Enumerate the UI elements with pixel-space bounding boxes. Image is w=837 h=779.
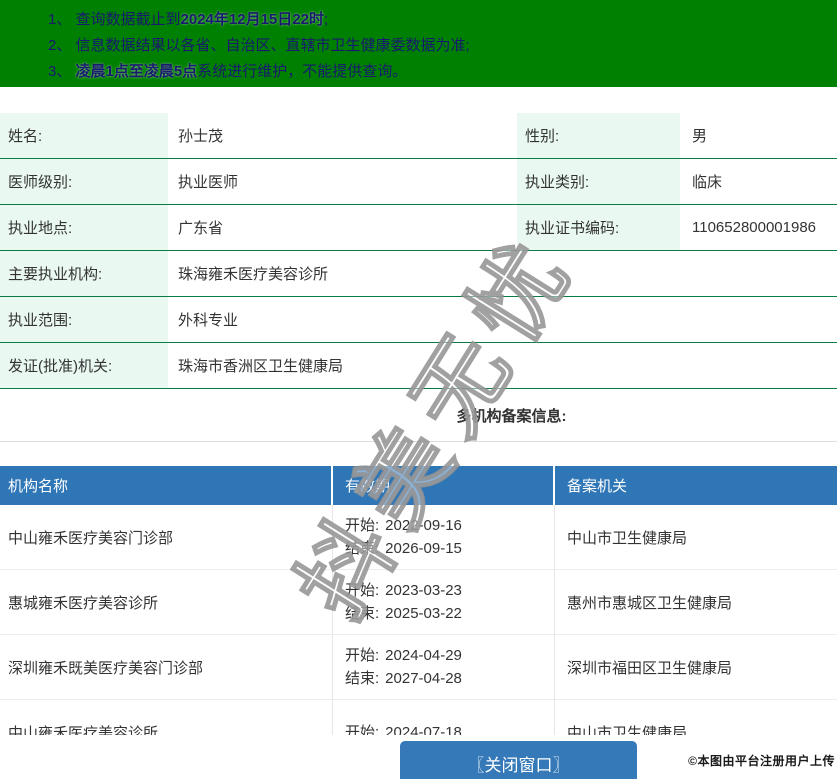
footer-bar: 〖关闭窗口〗 ©本图由平台注册用户上传 <box>0 735 837 779</box>
practice-scope-label: 执业范围: <box>0 297 168 342</box>
profile-row-level-category: 医师级别: 执业医师 执业类别: 临床 <box>0 159 837 205</box>
gender-label: 性别: <box>517 113 680 158</box>
filing-authority-cell: 惠州市惠城区卫生健康局 <box>567 594 733 612</box>
practice-category-label: 执业类别: <box>517 159 680 204</box>
upload-credit-watermark: ©本图由平台注册用户上传 <box>688 754 835 768</box>
start-date: 2022-09-16 <box>385 517 462 534</box>
certificate-number-value: 110652800001986 <box>692 219 817 236</box>
notice-line-3: 3、 凌晨1点至凌晨5点系统进行维护，不能提供查询。 <box>0 59 837 85</box>
notice-banner: 1、 查询数据截止到2024年12月15日22时; 2、 信息数据结果以各省、自… <box>0 0 837 87</box>
column-header-org-name: 机构名称 <box>0 466 333 505</box>
filing-authority-cell: 深圳市福田区卫生健康局 <box>567 659 733 677</box>
validity-start-line: 开始: 2023-03-23 <box>345 579 554 602</box>
validity-end-line: 结束: 2027-04-28 <box>345 667 554 690</box>
notice-number: 2、 <box>48 37 76 54</box>
profile-row-location-certno: 执业地点: 广东省 执业证书编码: 110652800001986 <box>0 205 837 251</box>
profile-row-issuing-authority: 发证(批准)机关: 珠海市香洲区卫生健康局 <box>0 343 837 389</box>
notice-text-suffix: ; <box>323 11 329 28</box>
profile-row-name-gender: 姓名: 孙士茂 性别: 男 <box>0 113 837 159</box>
notice-text: 查询数据截止到 <box>75 11 181 28</box>
end-label: 结束: <box>345 605 380 622</box>
column-header-filing-authority: 备案机关 <box>567 478 628 495</box>
filing-table-row: 中山雍禾医疗美容门诊部 开始: 2022-09-16 结束: 2026-09-1… <box>0 505 837 570</box>
notice-bold-text: 2024年12月15日22时 <box>180 11 324 28</box>
start-date: 2024-04-29 <box>385 647 462 664</box>
issuing-authority-value: 珠海市香洲区卫生健康局 <box>178 358 344 375</box>
org-name-cell: 惠城雍禾医疗美容诊所 <box>0 570 333 634</box>
org-name-cell: 深圳雍禾既美医疗美容门诊部 <box>0 635 333 699</box>
issuing-authority-label: 发证(批准)机关: <box>0 343 168 388</box>
validity-end-line: 结束: 2025-03-22 <box>345 602 554 625</box>
start-label: 开始: <box>345 582 380 599</box>
practice-location-value: 广东省 <box>178 220 224 237</box>
end-label: 结束: <box>345 670 380 687</box>
certificate-number-label: 执业证书编码: <box>517 205 680 250</box>
validity-end-line: 结束: 2026-09-15 <box>345 537 554 560</box>
filing-table: 机构名称 有效期 备案机关 中山雍禾医疗美容门诊部 开始: 2022-09-16… <box>0 466 837 765</box>
profile-row-main-institution: 主要执业机构: 珠海雍禾医疗美容诊所 <box>0 251 837 297</box>
gender-value: 男 <box>692 128 708 145</box>
validity-cell: 开始: 2024-04-29 结束: 2027-04-28 <box>333 635 555 699</box>
start-date: 2023-03-23 <box>385 582 462 599</box>
notice-number: 1、 <box>48 11 76 28</box>
close-window-button[interactable]: 〖关闭窗口〗 <box>400 741 637 779</box>
end-label: 结束: <box>345 540 380 557</box>
filing-table-row: 惠城雍禾医疗美容诊所 开始: 2023-03-23 结束: 2025-03-22… <box>0 570 837 635</box>
filing-table-header: 机构名称 有效期 备案机关 <box>0 466 837 505</box>
org-name-cell: 中山雍禾医疗美容门诊部 <box>0 505 333 569</box>
multi-institution-section-title: 多机构备案信息: <box>0 389 837 442</box>
name-label: 姓名: <box>0 113 168 158</box>
end-date: 2027-04-28 <box>385 670 462 687</box>
practitioner-profile-table: 姓名: 孙士茂 性别: 男 医师级别: 执业医师 执业类别: 临床 执业地点: … <box>0 113 837 389</box>
filing-table-row: 深圳雍禾既美医疗美容门诊部 开始: 2024-04-29 结束: 2027-04… <box>0 635 837 700</box>
notice-text: 信息数据结果以各省、自治区、直辖市卫生健康委数据为准; <box>75 37 470 54</box>
validity-start-line: 开始: 2022-09-16 <box>345 514 554 537</box>
end-date: 2025-03-22 <box>385 605 462 622</box>
name-value: 孙士茂 <box>178 128 224 145</box>
notice-text-suffix: 系统进行维护，不能提供查询。 <box>197 63 408 80</box>
main-institution-label: 主要执业机构: <box>0 251 168 296</box>
column-header-validity: 有效期 <box>333 466 555 505</box>
start-label: 开始: <box>345 647 380 664</box>
validity-cell: 开始: 2023-03-23 结束: 2025-03-22 <box>333 570 555 634</box>
start-label: 开始: <box>345 517 380 534</box>
license-query-result-page: 1、 查询数据截止到2024年12月15日22时; 2、 信息数据结果以各省、自… <box>0 0 837 779</box>
practice-category-value: 临床 <box>692 174 723 191</box>
end-date: 2026-09-15 <box>385 540 462 557</box>
doctor-level-label: 医师级别: <box>0 159 168 204</box>
notice-line-1: 1、 查询数据截止到2024年12月15日22时; <box>0 7 837 33</box>
filing-authority-cell: 中山市卫生健康局 <box>567 529 688 547</box>
doctor-level-value: 执业医师 <box>178 174 239 191</box>
main-institution-value: 珠海雍禾医疗美容诊所 <box>178 266 329 283</box>
notice-bold-text: 凌晨1点至凌晨5点 <box>75 63 198 80</box>
validity-start-line: 开始: 2024-04-29 <box>345 644 554 667</box>
practice-location-label: 执业地点: <box>0 205 168 250</box>
profile-row-practice-scope: 执业范围: 外科专业 <box>0 297 837 343</box>
validity-cell: 开始: 2022-09-16 结束: 2026-09-15 <box>333 505 555 569</box>
notice-number: 3、 <box>48 63 76 80</box>
notice-line-2: 2、 信息数据结果以各省、自治区、直辖市卫生健康委数据为准; <box>0 33 837 59</box>
practice-scope-value: 外科专业 <box>178 312 239 329</box>
